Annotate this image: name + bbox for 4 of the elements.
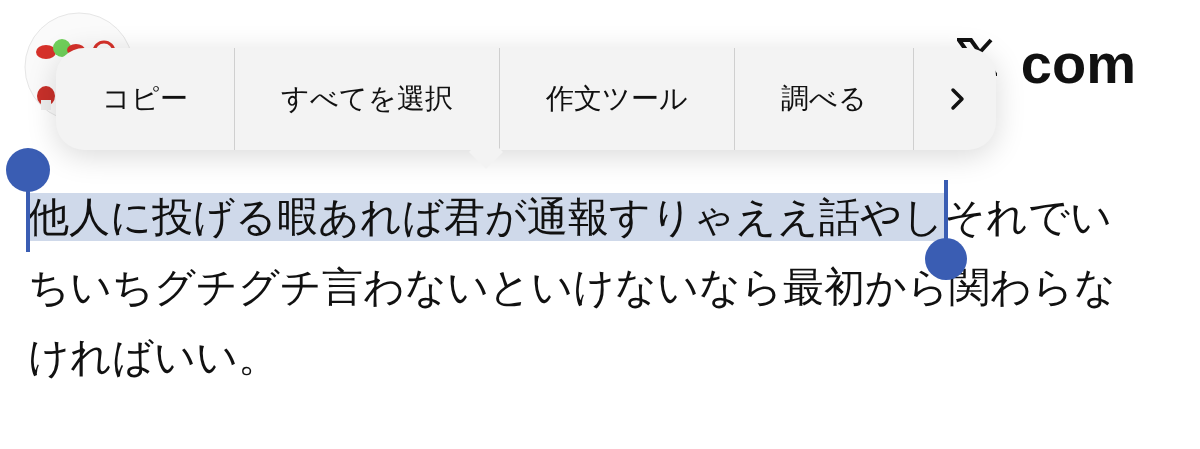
site-name: com — [1020, 36, 1136, 92]
menu-item[interactable]: 調べる — [734, 48, 913, 150]
menu-item[interactable]: 作文ツール — [499, 48, 734, 150]
menu-item[interactable]: コピー — [56, 48, 234, 150]
